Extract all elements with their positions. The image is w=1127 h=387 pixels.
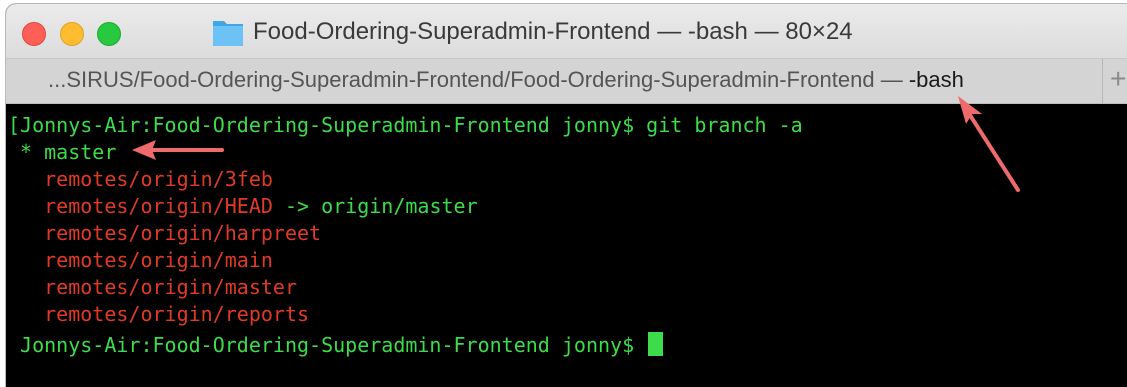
window-title-group: Food-Ordering-Superadmin-Frontend — -bas… xyxy=(212,15,853,49)
window-title: Food-Ordering-Superadmin-Frontend — -bas… xyxy=(253,18,853,45)
minimize-button[interactable] xyxy=(60,22,84,46)
terminal-line-remote-harpreet: remotes/origin/harpreet xyxy=(8,221,322,245)
remote-head-name: remotes/origin/HEAD xyxy=(8,194,273,218)
annotation-arrow-tab xyxy=(958,96,1020,192)
terminal-line-remote-head: remotes/origin/HEAD -> origin/master xyxy=(8,193,478,220)
annotation-arrow-master xyxy=(132,140,224,160)
remote-head-target: -> origin/master xyxy=(272,194,478,218)
zoom-button[interactable] xyxy=(97,22,121,46)
terminal-cursor xyxy=(648,332,664,356)
terminal-line-prompt: Jonnys-Air:Food-Ordering-Superadmin-Fron… xyxy=(8,332,664,359)
terminal-line-remote-3feb: remotes/origin/3feb xyxy=(8,167,273,191)
terminal-line-current-branch: * master xyxy=(8,140,117,164)
title-bar[interactable]: Food-Ordering-Superadmin-Frontend — -bas… xyxy=(6,4,1127,59)
terminal-line-remote-main: remotes/origin/main xyxy=(8,248,273,272)
terminal-line-remote-master: remotes/origin/master xyxy=(8,275,297,299)
terminal-line-remote-reports: remotes/origin/reports xyxy=(8,302,310,326)
folder-icon xyxy=(213,21,243,46)
tab-active[interactable]: ...SIRUS/Food-Ordering-Superadmin-Fronte… xyxy=(48,67,964,93)
tab-divider xyxy=(1102,59,1103,103)
tab-path: ...SIRUS/Food-Ordering-Superadmin-Fronte… xyxy=(48,67,903,92)
new-tab-button[interactable]: + xyxy=(1110,63,1126,95)
close-button[interactable] xyxy=(22,22,46,46)
terminal-line-command: [Jonnys-Air:Food-Ordering-Superadmin-Fro… xyxy=(8,113,803,137)
prompt-text: Jonnys-Air:Food-Ordering-Superadmin-Fron… xyxy=(8,333,647,357)
